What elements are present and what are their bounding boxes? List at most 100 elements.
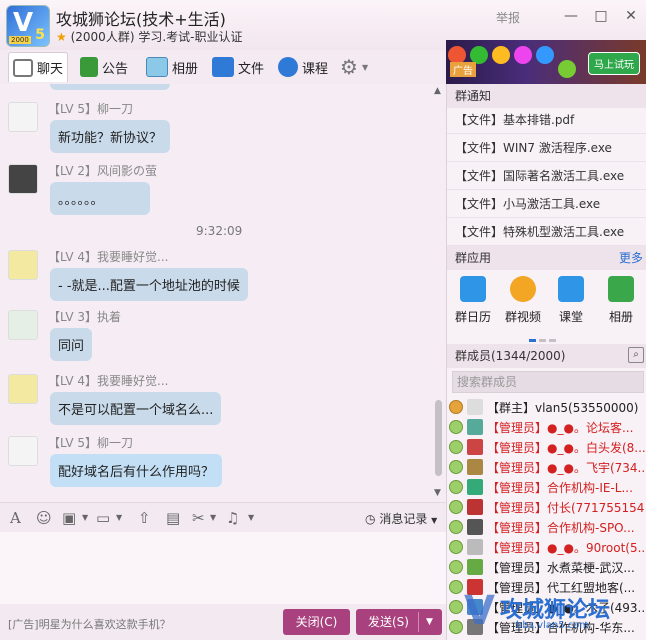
chevron-down-icon[interactable]: ▼ bbox=[116, 513, 122, 522]
member-name: 【管理员】付长(771755154) bbox=[487, 501, 645, 515]
close-icon[interactable]: ✕ bbox=[620, 6, 642, 26]
report-button[interactable]: 举报 bbox=[496, 9, 520, 26]
member-row[interactable]: 【管理员】合作机构-IE-L... bbox=[449, 478, 645, 498]
logo-letter: V bbox=[13, 8, 34, 38]
tab-courses[interactable]: 课程 bbox=[274, 52, 332, 82]
member-row[interactable]: 【管理员】●_●。白头发(8... bbox=[449, 438, 645, 458]
notice-file[interactable]: 【文件】小马激活工具.exe bbox=[447, 190, 646, 218]
calendar-icon bbox=[460, 276, 486, 302]
notice-file[interactable]: 【文件】基本排错.pdf bbox=[447, 106, 646, 134]
tab-notice[interactable]: 公告 bbox=[76, 52, 132, 82]
avatar[interactable] bbox=[8, 250, 38, 280]
notice-file[interactable]: 【文件】国际著名激活工具.exe bbox=[447, 162, 646, 190]
chevron-down-icon[interactable]: ▼ bbox=[82, 513, 88, 522]
emoji-icon[interactable]: ☺ bbox=[36, 509, 52, 527]
member-row[interactable]: 【管理员】●_●。90root(5... bbox=[449, 538, 645, 558]
camera-icon bbox=[510, 276, 536, 302]
tab-chat[interactable]: 聊天 bbox=[8, 52, 69, 82]
avatar[interactable] bbox=[8, 374, 38, 404]
apps-title: 群应用 bbox=[455, 251, 492, 265]
message-bubble: 不是可以配置一个域名么... bbox=[50, 392, 222, 425]
play-now-button[interactable]: 马上试玩 bbox=[588, 52, 640, 75]
chevron-down-icon[interactable]: ▼ bbox=[210, 513, 216, 522]
upload-icon[interactable]: ⇧ bbox=[138, 509, 151, 527]
maximize-icon[interactable]: □ bbox=[590, 6, 612, 26]
scroll-down-icon[interactable]: ▼ bbox=[434, 488, 441, 498]
history-label: 消息记录 bbox=[379, 512, 428, 526]
bottom-bar: [广告]明星为什么喜欢这款手机？ 关闭(C) 发送(S) ▼ bbox=[0, 604, 446, 640]
group-logo: V 5 2000 bbox=[6, 5, 50, 47]
member-row[interactable]: 【管理员】●_●。飞宇(734... bbox=[449, 458, 645, 478]
page-dot[interactable] bbox=[549, 339, 556, 342]
person-icon bbox=[449, 500, 463, 514]
message-sender: 【LV 4】我要睡好觉... bbox=[48, 250, 169, 264]
notice-file[interactable]: 【文件】特殊机型激活工具.exe bbox=[447, 218, 646, 246]
avatar bbox=[467, 559, 483, 575]
close-button[interactable]: 关闭(C) bbox=[283, 609, 350, 635]
avatar[interactable] bbox=[8, 164, 38, 194]
app-video[interactable]: 群视频 bbox=[501, 276, 545, 325]
settings-menu[interactable]: ⚙ ▼ bbox=[336, 52, 372, 82]
tab-album[interactable]: 相册 bbox=[142, 52, 202, 82]
message-bubble: 同问 bbox=[50, 328, 93, 361]
member-name: 【群主】vlan5(53550000) bbox=[487, 401, 639, 415]
app-album[interactable]: 相册 bbox=[599, 276, 643, 325]
member-row[interactable]: 【群主】vlan5(53550000) bbox=[449, 398, 645, 418]
avatar bbox=[467, 419, 483, 435]
minimize-icon[interactable]: — bbox=[560, 6, 582, 26]
page-dot[interactable] bbox=[539, 339, 546, 342]
ad-link[interactable]: [广告]明星为什么喜欢这款手机？ bbox=[8, 616, 171, 632]
chat-scrollbar[interactable]: ▲ ▼ bbox=[432, 84, 444, 502]
send-button[interactable]: 发送(S) ▼ bbox=[356, 609, 442, 635]
window-title: 攻城狮论坛(技术+生活) bbox=[56, 10, 226, 29]
message-input[interactable] bbox=[0, 532, 446, 604]
divider bbox=[418, 612, 419, 632]
member-search-input[interactable]: 搜索群成员 bbox=[452, 371, 644, 393]
person-icon bbox=[449, 440, 463, 454]
bell-icon[interactable]: ♫ bbox=[226, 509, 239, 527]
gift-icon[interactable]: ▤ bbox=[166, 509, 180, 527]
chevron-down-icon[interactable]: ▼ bbox=[248, 513, 254, 522]
member-row[interactable]: 【管理员】●_●。论坛客... bbox=[449, 418, 645, 438]
ad-tag: 广告 bbox=[450, 62, 476, 77]
chat-history[interactable]: 【LV 5】柳一刀 新功能？新协议？ 【LV 2】风间影の萤 。。。。。。 9:… bbox=[0, 84, 446, 502]
person-icon bbox=[449, 540, 463, 554]
screenshot-icon[interactable]: ✂ bbox=[192, 509, 205, 527]
watermark-url: bbs.vlan5.com bbox=[516, 620, 590, 631]
page-dot[interactable] bbox=[529, 339, 536, 342]
tab-label: 聊天 bbox=[37, 62, 64, 77]
image-icon[interactable]: ▭ bbox=[96, 509, 110, 527]
member-row[interactable]: 【管理员】水煮菜梗-武汉... bbox=[449, 558, 645, 578]
avatar bbox=[467, 539, 483, 555]
app-classroom[interactable]: 课堂 bbox=[549, 276, 593, 325]
history-button[interactable]: ◷ 消息记录 ▼ bbox=[365, 510, 437, 527]
scrollbar-thumb[interactable] bbox=[435, 400, 442, 476]
ad-banner[interactable]: 广告 马上试玩 bbox=[446, 40, 646, 84]
tab-files[interactable]: 文件 bbox=[208, 52, 268, 82]
gif-icon[interactable]: ▣ bbox=[62, 509, 76, 527]
avatar bbox=[467, 499, 483, 515]
notice-file[interactable]: 【文件】WIN7 激活程序.exe bbox=[447, 134, 646, 162]
input-toolbar: A ☺ ▣ ▼ ▭ ▼ ⇧ ▤ ✂ ▼ ♫ ▼ ◷ 消息记录 ▼ bbox=[0, 502, 446, 532]
frog-icon bbox=[558, 60, 576, 78]
search-icon[interactable]: ⌕ bbox=[628, 347, 644, 363]
avatar[interactable] bbox=[8, 102, 38, 132]
member-row[interactable]: 【管理员】合作机构-SPO... bbox=[449, 518, 645, 538]
avatar[interactable] bbox=[8, 310, 38, 340]
tab-label: 公告 bbox=[102, 61, 129, 77]
flag-icon bbox=[80, 57, 98, 77]
person-icon bbox=[449, 400, 463, 414]
message-bubble: - -就是...配置一个地址池的时候 bbox=[50, 268, 248, 301]
scroll-up-icon[interactable]: ▲ bbox=[434, 86, 441, 96]
member-name: 【管理员】●_●。90root(5... bbox=[487, 541, 645, 555]
send-label: 发送(S) bbox=[368, 615, 409, 629]
font-icon[interactable]: A bbox=[10, 509, 21, 527]
avatar[interactable] bbox=[8, 436, 38, 466]
message-sender: 【LV 4】我要睡好觉... bbox=[48, 374, 169, 388]
person-icon bbox=[449, 520, 463, 534]
right-panel: 群通知 【文件】基本排错.pdf 【文件】WIN7 激活程序.exe 【文件】国… bbox=[446, 84, 646, 640]
more-link[interactable]: 更多 bbox=[619, 246, 643, 270]
app-calendar[interactable]: 群日历 bbox=[451, 276, 495, 325]
chevron-down-icon[interactable]: ▼ bbox=[426, 609, 433, 635]
member-row[interactable]: 【管理员】付长(771755154) bbox=[449, 498, 645, 518]
